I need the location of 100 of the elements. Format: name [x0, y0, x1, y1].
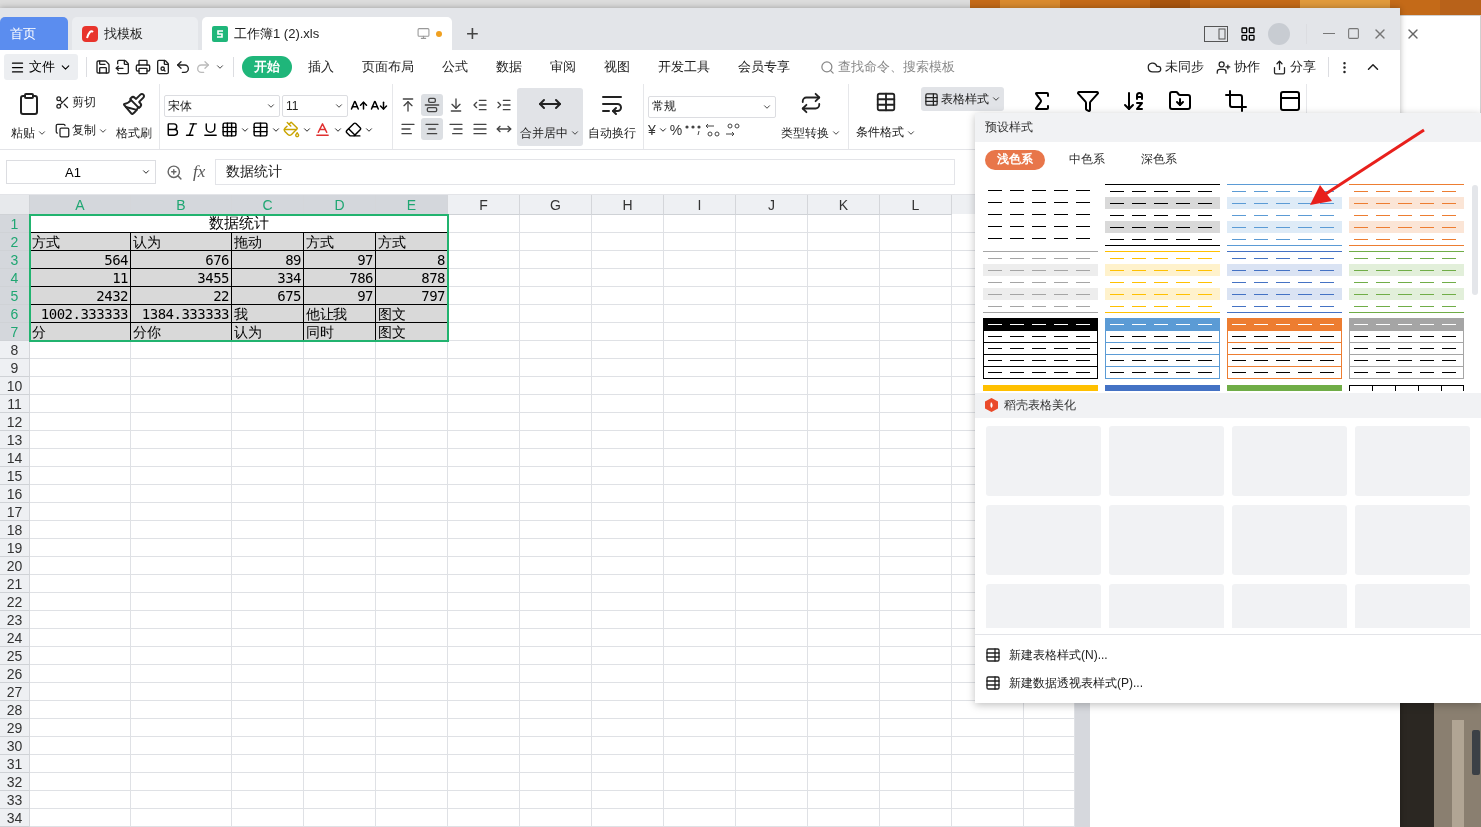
ribbon-tab[interactable]: 开发工具 [646, 56, 722, 78]
row-header[interactable]: 11 [0, 395, 30, 413]
filter-icon [1076, 89, 1100, 113]
merge-center-button[interactable]: 合并居中 [517, 87, 583, 146]
table-style-preset[interactable] [1349, 317, 1464, 380]
column-header[interactable]: K [808, 195, 880, 215]
row-header[interactable]: 34 [0, 809, 30, 827]
table-style-preset[interactable] [1227, 317, 1342, 380]
table-cell: 他让我 [304, 305, 376, 323]
row-header[interactable]: 19 [0, 539, 30, 557]
font-color-icon [314, 121, 331, 138]
increase-decimal-icon[interactable] [724, 121, 743, 138]
section-heading: 稻壳表格美化 [1004, 396, 1076, 414]
toolbar-action[interactable]: 未同步 [1143, 58, 1208, 76]
column-header[interactable]: I [664, 195, 736, 215]
percent-button[interactable]: % [669, 121, 683, 138]
row-header[interactable]: 8 [0, 341, 30, 359]
ribbon-tab[interactable]: 审阅 [538, 56, 588, 78]
clipboard-icon [17, 91, 41, 116]
row-header[interactable]: 18 [0, 521, 30, 539]
color-scheme-tab[interactable]: 深色系 [1129, 149, 1189, 170]
ribbon-tab[interactable]: 插入 [296, 56, 346, 78]
grid-icon [1240, 25, 1256, 42]
align-button[interactable] [421, 93, 443, 116]
row-header[interactable]: 15 [0, 467, 30, 485]
table-cell: 675 [232, 287, 304, 305]
row-header[interactable]: 24 [0, 629, 30, 647]
ribbon-tab[interactable]: 页面布局 [350, 56, 426, 78]
row-header[interactable]: 27 [0, 683, 30, 701]
column-header[interactable]: F [448, 195, 520, 215]
number-format-select[interactable]: 常规 [648, 95, 776, 118]
scrollbar[interactable] [1075, 703, 1090, 827]
underline-icon [202, 121, 219, 138]
align-button[interactable] [421, 117, 443, 140]
file-menu-button[interactable]: 文件 [4, 54, 78, 80]
table-style-preset[interactable] [1105, 317, 1220, 380]
table-cell: 3455 [131, 269, 232, 287]
row-header[interactable]: 32 [0, 773, 30, 791]
ribbon-tab[interactable]: 数据 [484, 56, 534, 78]
currency-button[interactable]: ¥ [648, 121, 656, 138]
column-header[interactable]: H [592, 195, 664, 215]
table-cell: 认为 [131, 233, 232, 251]
panel-heading: 预设样式 [975, 113, 1481, 142]
toolbar-action[interactable]: 分享 [1268, 58, 1320, 76]
row-header[interactable]: 20 [0, 557, 30, 575]
row-header[interactable]: 23 [0, 611, 30, 629]
row-header[interactable]: 22 [0, 593, 30, 611]
ribbon-tab[interactable]: 会员专享 [726, 56, 802, 78]
row-header[interactable]: 16 [0, 485, 30, 503]
function-label[interactable]: fx [193, 162, 206, 182]
menu-icon [10, 59, 25, 75]
row-header[interactable]: 10 [0, 377, 30, 395]
table-style-preset[interactable] [983, 317, 1098, 380]
caret-icon [991, 94, 1001, 104]
row-header[interactable]: 12 [0, 413, 30, 431]
table-cell: 图文 [376, 323, 448, 341]
row-header[interactable]: 14 [0, 449, 30, 467]
document-tab[interactable]: 找模板 [72, 17, 198, 50]
table-style-preset[interactable] [1105, 183, 1220, 246]
new-tab-button[interactable]: + [456, 17, 489, 50]
decrease-decimal-icon[interactable] [704, 121, 723, 138]
toolbar-action[interactable]: 协作 [1212, 58, 1264, 76]
conditional-format-button[interactable]: 条件格式 [853, 87, 919, 145]
table-style-button[interactable]: 表格样式 [921, 87, 1004, 111]
row-header[interactable]: 25 [0, 647, 30, 665]
type-convert-button[interactable]: 类型转换 [778, 87, 844, 146]
row-header[interactable]: 30 [0, 737, 30, 755]
column-header[interactable]: G [520, 195, 592, 215]
row-header[interactable]: 29 [0, 719, 30, 737]
row-header[interactable]: 9 [0, 359, 30, 377]
caret-icon [215, 62, 225, 72]
row-header[interactable]: 33 [0, 791, 30, 809]
copy-button[interactable]: 复制 [52, 118, 111, 143]
scrollbar[interactable] [1472, 185, 1478, 295]
wrap-text-button[interactable]: 自动换行 [585, 87, 639, 146]
row-header[interactable]: 17 [0, 503, 30, 521]
formula-field[interactable]: 数据统计 [215, 159, 956, 185]
cut-button[interactable]: 剪切 [52, 90, 111, 115]
row-header[interactable]: 28 [0, 701, 30, 719]
ribbon-tab[interactable]: 视图 [592, 56, 642, 78]
row-header[interactable]: 13 [0, 431, 30, 449]
device-icon[interactable] [1204, 25, 1228, 42]
column-header[interactable]: J [736, 195, 808, 215]
row-header[interactable]: 31 [0, 755, 30, 773]
row-header[interactable]: 21 [0, 575, 30, 593]
font-select[interactable]: 宋体 [164, 95, 280, 117]
font-size-select[interactable]: 11 [282, 95, 348, 117]
color-scheme-tab[interactable]: 中色系 [1057, 149, 1117, 170]
caret-icon [831, 128, 841, 138]
name-box[interactable]: A1 [6, 160, 156, 184]
format-painter-button[interactable]: 格式刷 [113, 87, 155, 146]
menu-item[interactable]: 新建表格样式(N)... [975, 641, 1481, 669]
ribbon-tab[interactable]: 公式 [430, 56, 480, 78]
align-icon [424, 96, 440, 113]
paste-button[interactable]: 粘贴 [8, 87, 50, 146]
command-search-field[interactable]: 查找命令、搜索模板 [820, 58, 955, 76]
row-header[interactable]: 26 [0, 665, 30, 683]
menu-item[interactable]: 新建数据透视表样式(P)... [975, 669, 1481, 697]
document-tab[interactable]: 工作簿1 (2).xls [202, 17, 452, 50]
column-header[interactable]: L [880, 195, 952, 215]
